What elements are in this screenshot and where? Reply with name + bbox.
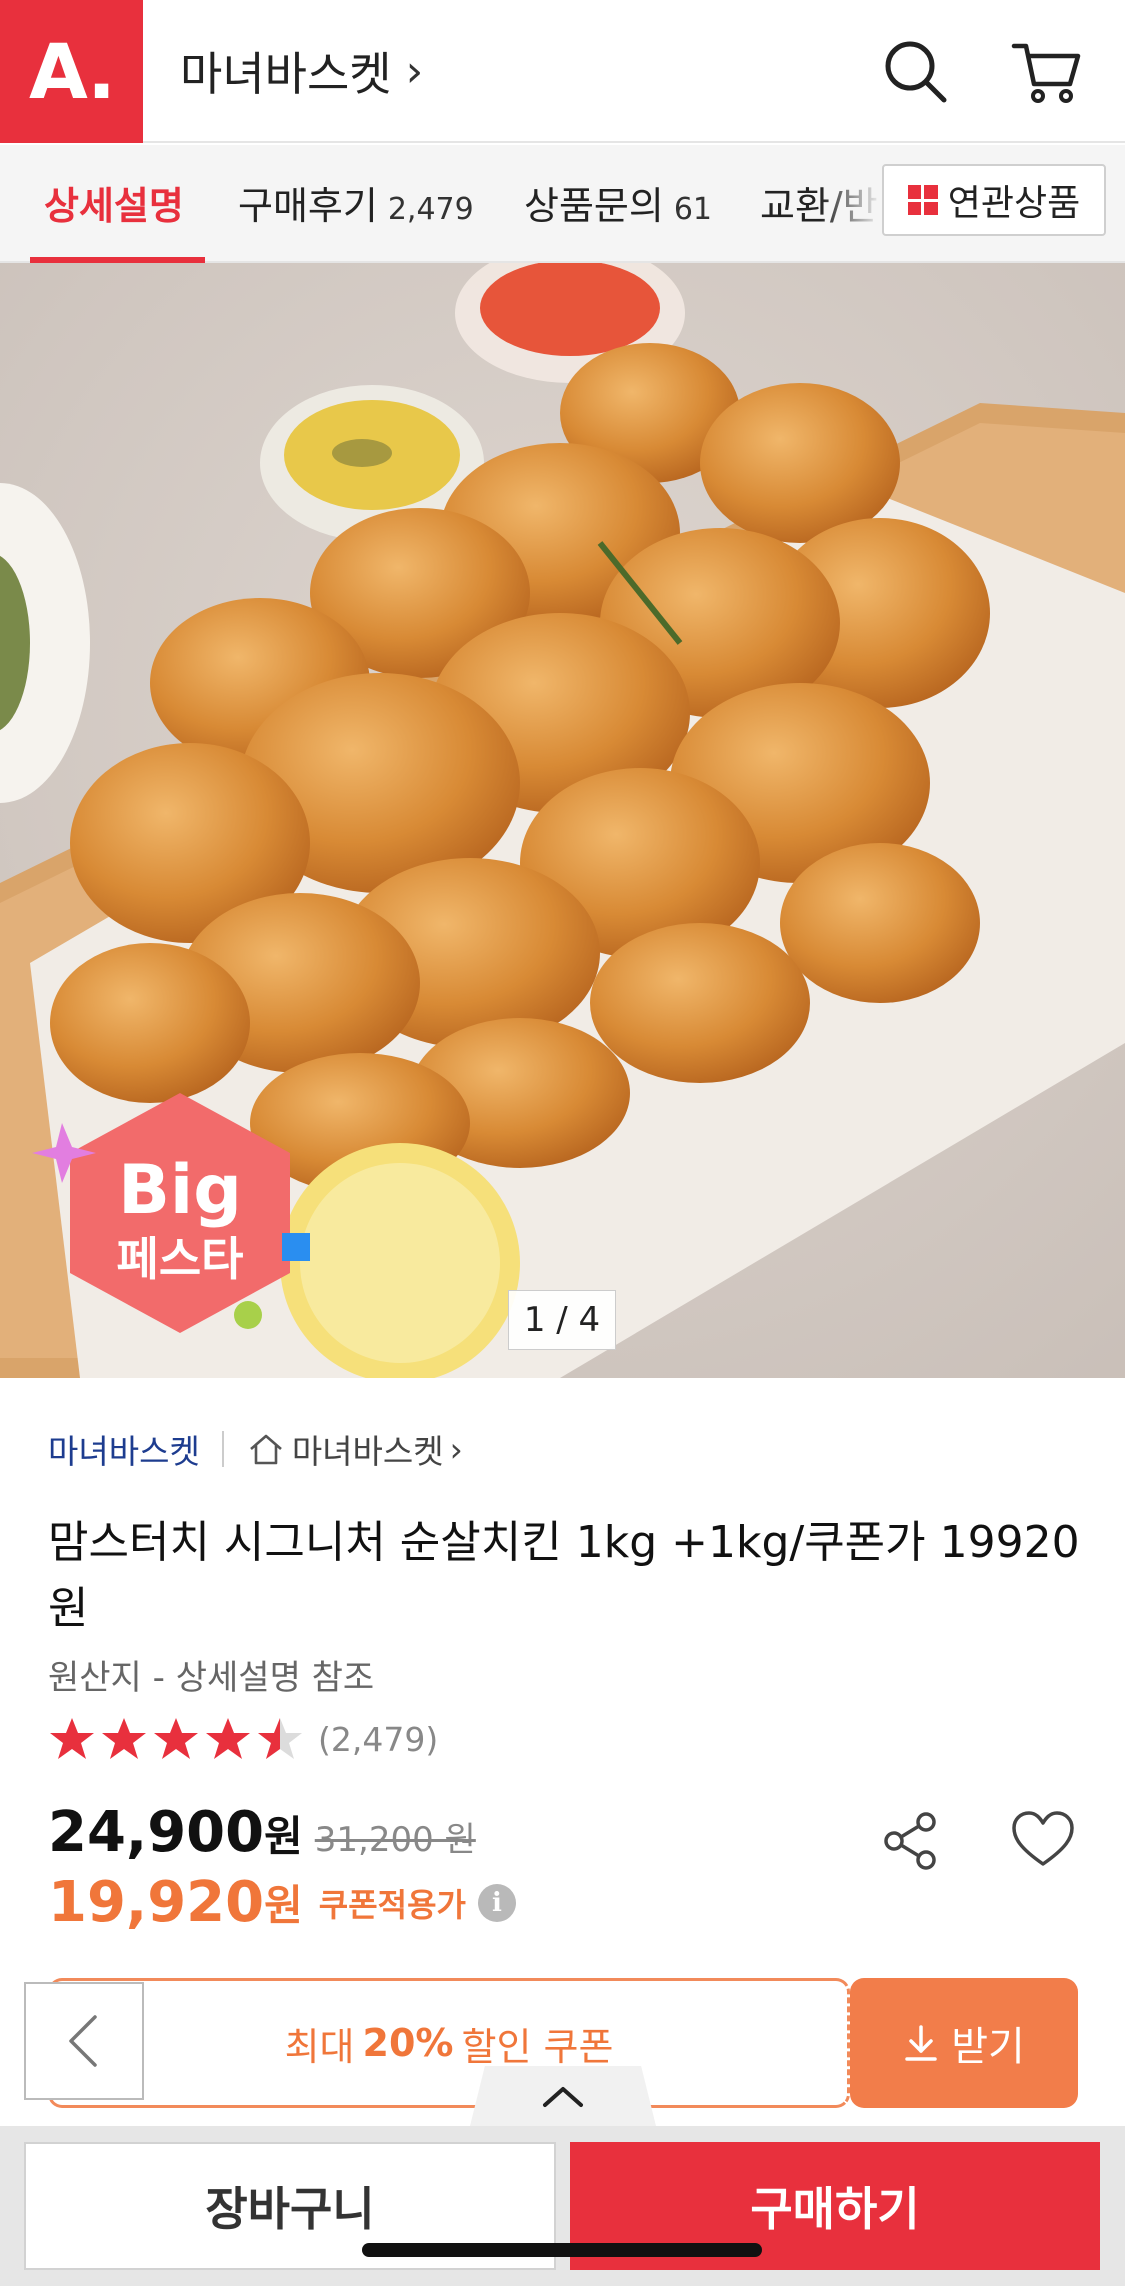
brand-row: 마녀바스켓 마녀바스켓 ›	[48, 1425, 463, 1473]
chevron-up-icon	[543, 2087, 583, 2107]
store-title-link[interactable]: 마녀바스켓 ›	[180, 38, 423, 104]
home-icon	[249, 1434, 282, 1465]
store-title: 마녀바스켓	[180, 47, 392, 101]
store-link-label: 마녀바스켓	[291, 1432, 444, 1471]
chevron-right-icon: ›	[405, 45, 424, 97]
coupon-price: 19,920	[48, 1870, 265, 1935]
price-unit: 원	[264, 1812, 303, 1861]
coupon-suffix: 할인 쿠폰	[461, 2024, 614, 2069]
coupon-price-row: 19,920 원 쿠폰적용가 i	[48, 1870, 516, 1935]
price-row: 24,900 원 31,200 원	[48, 1800, 476, 1865]
chevron-right-icon: ›	[449, 1429, 463, 1469]
sale-price: 24,900	[48, 1800, 265, 1865]
star-icon	[102, 1718, 146, 1759]
coupon-prefix: 최대	[284, 2024, 355, 2069]
download-icon	[905, 2025, 937, 2061]
star-rating	[48, 1715, 304, 1763]
tab-label: 상세설명	[44, 184, 184, 228]
star-icon	[50, 1718, 94, 1759]
tab-label: 상품문의	[524, 184, 664, 228]
rating-row[interactable]: (2,479)	[48, 1715, 438, 1763]
star-icon	[154, 1718, 198, 1759]
search-icon[interactable]	[880, 36, 952, 108]
heart-icon[interactable]	[1010, 1808, 1076, 1874]
home-indicator	[362, 2243, 762, 2257]
info-icon[interactable]: i	[477, 1883, 516, 1922]
expand-handle[interactable]	[470, 2066, 656, 2126]
tabs-fade	[820, 145, 882, 261]
tab-reviews[interactable]: 구매후기 2,479	[238, 175, 474, 230]
image-counter: 1 / 4	[508, 1290, 616, 1350]
cart-icon[interactable]	[1010, 36, 1082, 108]
coupon-percent: 20%	[362, 2021, 454, 2065]
product-image[interactable]: Big 페스타	[0, 263, 1125, 1378]
half-star-icon	[258, 1718, 302, 1759]
store-link[interactable]: 마녀바스켓 ›	[246, 1425, 463, 1473]
related-products-button[interactable]: 연관상품	[882, 164, 1106, 236]
tab-count: 61	[673, 192, 713, 227]
origin-text: 원산지 - 상세설명 참조	[48, 1658, 375, 1698]
product-title: 맘스터치 시그니처 순살치킨 1kg +1kg/쿠폰가 19920원	[48, 1517, 1080, 1634]
coupon-price-label: 쿠폰적용가	[318, 1885, 466, 1924]
app-logo[interactable]: A.	[0, 0, 143, 143]
tab-label: 구매후기	[238, 184, 378, 228]
coupon-download-button[interactable]: 받기	[850, 1978, 1078, 2108]
tab-description[interactable]: 상세설명	[44, 175, 184, 230]
star-icon	[206, 1718, 250, 1759]
top-header: A. 마녀바스켓 ›	[0, 0, 1125, 143]
coupon-download-label: 받기	[951, 2024, 1025, 2070]
tab-inquiries[interactable]: 상품문의 61	[524, 175, 712, 230]
share-icon[interactable]	[878, 1808, 944, 1874]
festa-badge-festa: 페스타	[117, 1232, 244, 1286]
original-price: 31,200 원	[314, 1820, 476, 1860]
brand-link[interactable]: 마녀바스켓	[48, 1425, 200, 1473]
chevron-left-icon	[69, 2015, 97, 2067]
related-products-label: 연관상품	[947, 183, 1081, 224]
grid-icon	[907, 185, 938, 215]
coupon-price-unit: 원	[264, 1881, 303, 1930]
festa-badge-big: Big	[118, 1151, 242, 1230]
coupon-banner[interactable]: 최대 20% 할인 쿠폰	[48, 1978, 850, 2108]
divider	[221, 1431, 224, 1467]
tab-count: 2,479	[387, 192, 474, 227]
review-count: (2,479)	[318, 1719, 439, 1759]
back-button[interactable]	[24, 1982, 144, 2100]
